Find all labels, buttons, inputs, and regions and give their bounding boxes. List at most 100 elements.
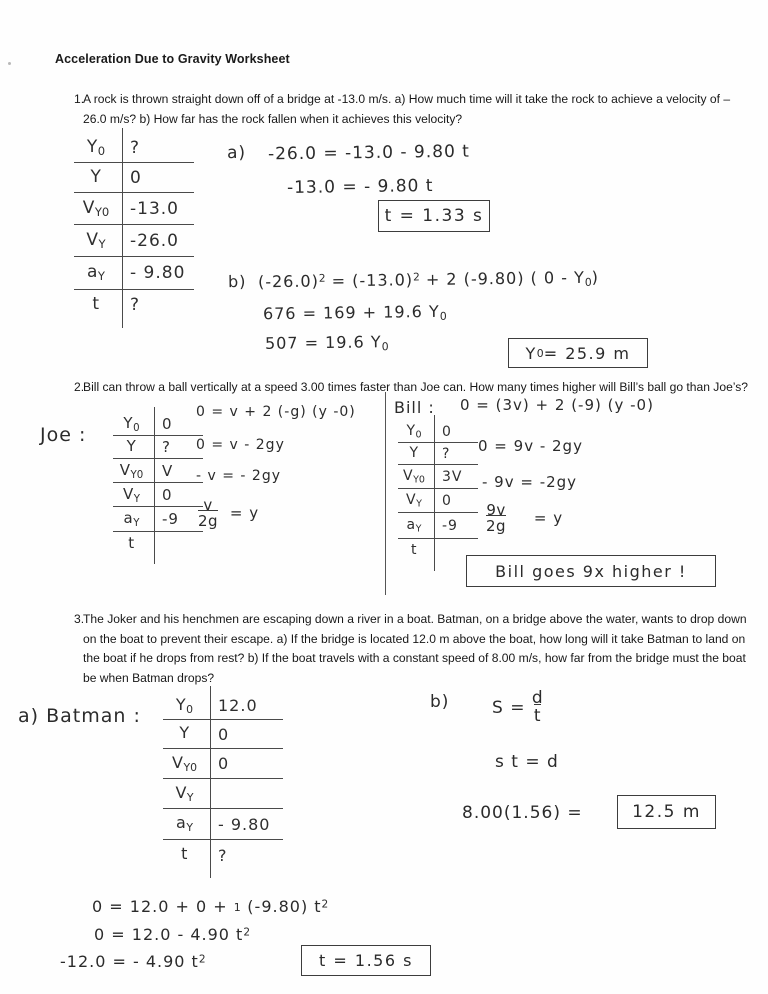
table-row: VY0 V bbox=[113, 459, 203, 483]
row-label: t bbox=[411, 542, 417, 559]
problem-3a-answer-box: t = 1.56 s bbox=[301, 945, 431, 976]
row-value: 0 bbox=[162, 415, 173, 433]
problem-1a-line-1: -26.0 = -13.0 - 9.80 t bbox=[267, 141, 471, 165]
table-row: aY - 9.80 bbox=[163, 809, 283, 840]
joe-equation-1: 0 = v + 2 (-g) (y -0) bbox=[196, 404, 356, 420]
row-label: Y0 bbox=[175, 694, 194, 717]
row-value: 0 bbox=[442, 492, 452, 509]
solution-divider bbox=[385, 392, 386, 595]
table-row: aY -9 bbox=[398, 513, 478, 539]
problem-3-text: The Joker and his henchmen are escaping … bbox=[83, 612, 747, 685]
kinematics-table-problem-1: Y0 ? Y 0 VY0 -13.0 VY -26.0 aY - 9.80 t … bbox=[74, 128, 194, 328]
page-title: Acceleration Due to Gravity Worksheet bbox=[55, 52, 290, 66]
problem-3a-equation-1: 0 = 12.0 + 0 + 1 (-9.80) t2 bbox=[92, 897, 329, 916]
problem-1: 1. A rock is thrown straight down off of… bbox=[57, 90, 747, 129]
table-row: VY0 -13.0 bbox=[74, 193, 194, 225]
row-label: Y0 bbox=[86, 137, 106, 159]
row-label: VY0 bbox=[82, 197, 110, 220]
table-row: VY bbox=[163, 779, 283, 809]
lhs: S = bbox=[492, 697, 532, 718]
problem-3b-equation-1: S = d t bbox=[492, 689, 543, 726]
joe-equation-2: 0 = v - 2gy bbox=[196, 437, 285, 453]
problem-3: 3. The Joker and his henchmen are escapi… bbox=[57, 610, 757, 688]
problem-3-number: 3. bbox=[74, 612, 85, 626]
row-value: 3V bbox=[442, 468, 463, 485]
row-value: -9 bbox=[162, 510, 179, 528]
row-label: Y bbox=[409, 444, 419, 461]
row-label: Y bbox=[90, 166, 102, 187]
row-value: ? bbox=[162, 438, 171, 456]
row-label: VY0 bbox=[119, 460, 144, 481]
problem-1a-label: a) bbox=[226, 142, 247, 164]
row-value: 0 bbox=[218, 754, 230, 773]
problem-3b-equation-3: 8.00(1.56) = bbox=[462, 803, 583, 823]
fraction: v 2g bbox=[198, 497, 219, 530]
bill-equation-4: 9v 2g = y bbox=[486, 502, 564, 535]
tail: + 2 (-9.80) ( 0 - Y bbox=[419, 267, 585, 290]
fraction: 9v 2g bbox=[486, 502, 507, 535]
joe-equation-3: - v = - 2gy bbox=[196, 468, 281, 484]
table-row: t ? bbox=[74, 290, 194, 320]
table-row: t bbox=[113, 532, 203, 556]
kinematics-table-batman: Y0 12.0 Y 0 VY0 0 VY aY - 9.80 t ? bbox=[163, 686, 283, 878]
table-row: VY0 0 bbox=[163, 749, 283, 779]
lhs: 0 = 12.0 + 0 + bbox=[92, 897, 234, 916]
row-value: - 9.80 bbox=[130, 263, 186, 283]
table-row: Y0 12.0 bbox=[163, 692, 283, 720]
row-value: -13.0 bbox=[130, 198, 179, 219]
rhs: = (-13.0) bbox=[325, 270, 414, 291]
row-value: ? bbox=[130, 138, 141, 158]
problem-2-answer-box: Bill goes 9x higher ! bbox=[466, 555, 716, 587]
problem-3b-equation-2: s t = d bbox=[495, 752, 559, 772]
row-label: aY bbox=[176, 813, 193, 835]
problem-1a-answer-box: t = 1.33 s bbox=[378, 200, 490, 232]
problem-3a-equation-3: -12.0 = - 4.90 t2 bbox=[60, 952, 206, 971]
kinematics-table-bill: Y0 0 Y ? VY0 3V VY 0 aY -9 t bbox=[398, 415, 478, 571]
table-row: VY 0 bbox=[113, 483, 203, 507]
row-value: ? bbox=[130, 295, 141, 315]
problem-2-number: 2. bbox=[74, 380, 85, 394]
row-value: 0 bbox=[218, 724, 230, 744]
table-row: Y 0 bbox=[163, 720, 283, 749]
table-row: t ? bbox=[163, 840, 283, 870]
row-value: ? bbox=[218, 845, 228, 865]
kinematics-table-joe: Y0 0 Y ? VY0 V VY 0 aY -9 t bbox=[113, 407, 203, 564]
lhs: (-26.0) bbox=[257, 271, 320, 292]
problem-2-text: Bill can throw a ball vertically at a sp… bbox=[83, 380, 749, 394]
row-label: VY0 bbox=[403, 467, 425, 486]
problem-1a-line-2: -13.0 = - 9.80 t bbox=[286, 175, 434, 199]
row-label: t bbox=[181, 844, 188, 864]
tail: (-9.80) t bbox=[241, 897, 322, 916]
close: ) bbox=[591, 267, 600, 287]
row-label: VY bbox=[123, 484, 140, 505]
problem-1b-label: b) bbox=[227, 271, 247, 292]
row-value: -26.0 bbox=[130, 230, 179, 251]
table-row: VY -26.0 bbox=[74, 225, 194, 257]
fraction: d t bbox=[532, 689, 543, 726]
table-row: Y0 0 bbox=[398, 421, 478, 443]
row-value: - 9.80 bbox=[218, 814, 271, 834]
row-value: -9 bbox=[442, 517, 458, 534]
row-label: t bbox=[92, 294, 100, 315]
table-row: VY 0 bbox=[398, 489, 478, 513]
problem-1-number: 1. bbox=[74, 92, 85, 106]
denominator: 2g bbox=[486, 514, 507, 535]
table-row: aY - 9.80 bbox=[74, 257, 194, 290]
row-value: 0 bbox=[130, 167, 142, 188]
problem-1b-line-3: 507 = 19.6 Y0 bbox=[264, 332, 389, 354]
problem-1b-line-1: (-26.0)2 = (-13.0)2 + 2 (-9.80) ( 0 - Y0… bbox=[257, 267, 600, 292]
row-label: Y bbox=[179, 723, 190, 743]
rhs: = y bbox=[533, 509, 564, 528]
bill-label: Bill : bbox=[394, 398, 435, 417]
row-label: aY bbox=[406, 516, 422, 535]
row-label: Y0 bbox=[123, 414, 140, 434]
problem-3a-equation-2: 0 = 12.0 - 4.90 t2 bbox=[94, 925, 251, 944]
row-value: V bbox=[162, 461, 174, 480]
rhs: = y bbox=[229, 504, 260, 523]
table-row: aY -9 bbox=[113, 507, 203, 532]
row-value: 0 bbox=[442, 423, 452, 440]
scan-speck bbox=[8, 62, 11, 65]
row-label: VY0 bbox=[171, 752, 197, 775]
row-label: VY bbox=[406, 491, 422, 510]
problem-1-text: A rock is thrown straight down off of a … bbox=[83, 92, 731, 126]
